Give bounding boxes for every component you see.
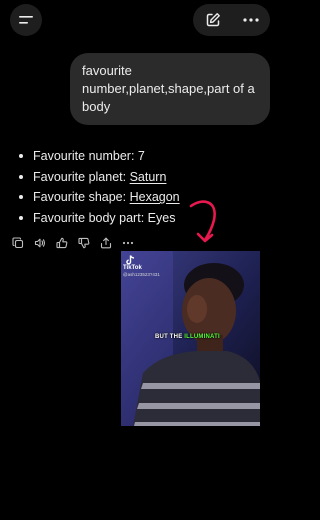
- more-horizontal-icon: [122, 241, 134, 245]
- answer-label: Favourite planet:: [33, 169, 130, 184]
- answer-value-link[interactable]: Saturn: [130, 170, 167, 184]
- edit-icon: [206, 13, 220, 27]
- more-horizontal-icon: [243, 18, 259, 22]
- thumbs-up-button[interactable]: [56, 237, 68, 249]
- tiktok-username: @ash123523?431: [123, 272, 160, 277]
- answer-label: Favourite number:: [33, 149, 138, 163]
- thumbs-up-icon: [56, 237, 68, 249]
- menu-button[interactable]: [10, 4, 42, 36]
- annotation-arrow-icon: [189, 200, 216, 243]
- answer-value: 7: [137, 149, 145, 163]
- share-icon: [100, 237, 112, 249]
- header-actions: [193, 4, 270, 36]
- list-item: Favourite number: 7: [18, 146, 268, 167]
- list-item: Favourite body part: Eyes: [18, 208, 268, 229]
- answer-value: Eyes: [147, 210, 176, 225]
- list-item: Favourite shape: Hexagon: [18, 187, 268, 208]
- user-message-bubble: favourite number,planet,shape,part of a …: [70, 53, 270, 125]
- answer-label: Favourite shape:: [33, 190, 130, 204]
- read-aloud-icon: [34, 238, 45, 248]
- read-aloud-button[interactable]: [34, 237, 46, 249]
- copy-button[interactable]: [12, 237, 24, 249]
- tiktok-logo-icon: [126, 255, 135, 265]
- new-chat-button[interactable]: [194, 4, 232, 36]
- video-caption: BUT THE ILLUMINATI: [155, 334, 220, 340]
- assistant-answer-list: Favourite number: 7 Favourite planet: Sa…: [18, 146, 268, 228]
- copy-icon: [12, 237, 24, 249]
- message-actions: [12, 236, 144, 250]
- answer-label: Favourite body part:: [33, 210, 148, 225]
- tiktok-brand-label: TikTok: [123, 265, 142, 271]
- more-options-button[interactable]: [232, 4, 270, 36]
- share-button[interactable]: [100, 237, 112, 249]
- caption-highlight: ILLUMINATI: [184, 334, 220, 340]
- message-more-button[interactable]: [122, 237, 134, 249]
- menu-icon: [19, 16, 33, 24]
- list-item: Favourite planet: Saturn: [18, 167, 268, 188]
- answer-value-link[interactable]: Hexagon: [130, 190, 180, 204]
- tiktok-video-thumbnail[interactable]: TikTok @ash123523?431 BUT THE ILLUMINATI: [121, 251, 260, 426]
- thumbs-down-button[interactable]: [78, 237, 90, 249]
- caption-text: BUT THE: [155, 334, 185, 340]
- chat-screen: favourite number,planet,shape,part of a …: [0, 0, 282, 520]
- thumbs-down-icon: [78, 237, 90, 249]
